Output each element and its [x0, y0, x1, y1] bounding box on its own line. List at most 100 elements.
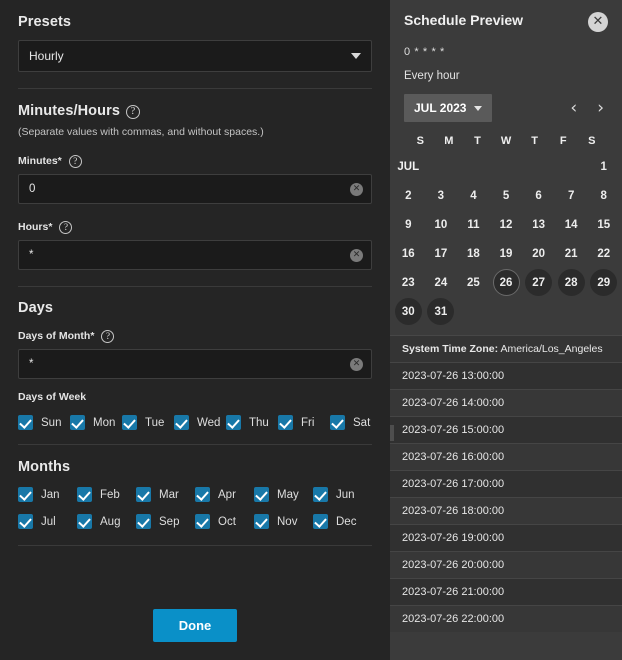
calendar-day-cell[interactable]: 16 [392, 240, 425, 267]
minutes-input[interactable]: 0 ✕ [18, 174, 372, 204]
checkbox-icon[interactable] [195, 514, 210, 529]
month-year-button[interactable]: JUL 2023 [404, 94, 492, 122]
checkbox-item-dec[interactable]: Dec [313, 514, 372, 529]
calendar-day-cell[interactable]: 30 [392, 298, 425, 325]
checkbox-item-sun[interactable]: Sun [18, 415, 70, 430]
checkbox-icon[interactable] [254, 487, 269, 502]
calendar-day-cell[interactable]: 11 [457, 211, 490, 238]
calendar-day-cell[interactable]: 10 [425, 211, 458, 238]
checkbox-item-mon[interactable]: Mon [70, 415, 122, 430]
calendar-day-cell[interactable]: 4 [457, 182, 490, 209]
calendar-day-cell[interactable]: 27 [522, 269, 555, 296]
checkbox-icon[interactable] [136, 487, 151, 502]
calendar-day-cell[interactable]: 19 [490, 240, 523, 267]
checkbox-icon[interactable] [313, 514, 328, 529]
calendar-day-cell[interactable]: 28 [555, 269, 588, 296]
calendar-day-cell[interactable]: 5 [490, 182, 523, 209]
checkbox-item-nov[interactable]: Nov [254, 514, 313, 529]
calendar-day-cell[interactable]: 29 [587, 269, 620, 296]
calendar-day-number: 3 [427, 182, 454, 209]
checkbox-icon[interactable] [174, 415, 189, 430]
help-circle-icon[interactable]: ? [126, 105, 140, 119]
calendar-day-cell[interactable]: 17 [425, 240, 458, 267]
checkbox-icon[interactable] [226, 415, 241, 430]
done-button[interactable]: Done [153, 609, 238, 642]
checkbox-item-sep[interactable]: Sep [136, 514, 195, 529]
calendar-day-cell[interactable]: 18 [457, 240, 490, 267]
minutes-required-marker: * [58, 155, 62, 167]
calendar-day-cell[interactable]: 6 [522, 182, 555, 209]
checkbox-item-oct[interactable]: Oct [195, 514, 254, 529]
checkbox-item-fri[interactable]: Fri [278, 415, 330, 430]
calendar-day-cell[interactable]: 8 [587, 182, 620, 209]
checkbox-item-wed[interactable]: Wed [174, 415, 226, 430]
chevron-left-icon[interactable]: ‹ [570, 100, 577, 117]
checkbox-item-aug[interactable]: Aug [77, 514, 136, 529]
calendar-day-cell[interactable]: 31 [425, 298, 458, 325]
close-circle-icon[interactable]: ✕ [588, 12, 608, 32]
checkbox-item-sat[interactable]: Sat [330, 415, 382, 430]
next-run-time-row: 2023-07-26 14:00:00 [390, 389, 622, 416]
clear-circle-icon[interactable]: ✕ [350, 358, 363, 371]
checkbox-item-thu[interactable]: Thu [226, 415, 278, 430]
checkbox-icon[interactable] [330, 415, 345, 430]
checkbox-item-may[interactable]: May [254, 487, 313, 502]
calendar-day-cell[interactable]: 7 [555, 182, 588, 209]
checkbox-icon[interactable] [313, 487, 328, 502]
preset-select[interactable]: Hourly [18, 40, 372, 72]
help-circle-icon[interactable]: ? [101, 330, 114, 343]
panel-resize-handle[interactable] [390, 425, 394, 441]
checkbox-icon[interactable] [278, 415, 293, 430]
calendar-day-cell[interactable]: 14 [555, 211, 588, 238]
checkbox-icon[interactable] [70, 415, 85, 430]
checkbox-icon[interactable] [122, 415, 137, 430]
checkbox-item-jun[interactable]: Jun [313, 487, 372, 502]
checkbox-item-mar[interactable]: Mar [136, 487, 195, 502]
calendar-day-number: 30 [395, 298, 422, 325]
clear-circle-icon[interactable]: ✕ [350, 183, 363, 196]
checkbox-icon[interactable] [136, 514, 151, 529]
checkbox-icon[interactable] [18, 415, 33, 430]
checkbox-label: Feb [100, 489, 120, 501]
calendar-day-cell[interactable]: 23 [392, 269, 425, 296]
calendar-day-cell[interactable]: 12 [490, 211, 523, 238]
schedule-preview-title: Schedule Preview [404, 12, 523, 28]
calendar-grid: JUL1234567891011121314151617181920212223… [390, 153, 622, 325]
calendar-day-cell[interactable]: 21 [555, 240, 588, 267]
checkbox-icon[interactable] [254, 514, 269, 529]
calendar-day-cell[interactable]: 3 [425, 182, 458, 209]
calendar-day-cell[interactable]: 24 [425, 269, 458, 296]
days-of-month-input[interactable]: * ✕ [18, 349, 372, 379]
checkbox-icon[interactable] [18, 487, 33, 502]
checkbox-icon[interactable] [77, 487, 92, 502]
calendar-day-cell[interactable]: 1 [587, 153, 620, 180]
checkbox-icon[interactable] [18, 514, 33, 529]
calendar-day-number [590, 298, 617, 325]
checkbox-icon[interactable] [77, 514, 92, 529]
hours-input[interactable]: * ✕ [18, 240, 372, 270]
checkbox-item-jan[interactable]: Jan [18, 487, 77, 502]
calendar-day-cell[interactable]: 13 [522, 211, 555, 238]
calendar-day-cell[interactable]: 2 [392, 182, 425, 209]
hours-field-label: Hours [18, 221, 48, 233]
calendar-day-cell[interactable]: 20 [522, 240, 555, 267]
help-circle-icon[interactable]: ? [59, 221, 72, 234]
checkbox-label: May [277, 489, 299, 501]
calendar-day-cell[interactable]: 15 [587, 211, 620, 238]
calendar-day-cell[interactable]: 9 [392, 211, 425, 238]
calendar-day-cell[interactable]: 25 [457, 269, 490, 296]
chevron-right-icon[interactable]: › [597, 100, 604, 117]
checkbox-item-tue[interactable]: Tue [122, 415, 174, 430]
calendar-day-cell[interactable]: 26 [490, 269, 523, 296]
days-of-week-label: Days of Week [18, 391, 372, 403]
calendar-week-row: 9101112131415 [392, 211, 620, 238]
help-circle-icon[interactable]: ? [69, 155, 82, 168]
checkbox-item-feb[interactable]: Feb [77, 487, 136, 502]
checkbox-label: Nov [277, 516, 297, 528]
checkbox-item-jul[interactable]: Jul [18, 514, 77, 529]
calendar-day-cell[interactable]: 22 [587, 240, 620, 267]
next-run-times-list[interactable]: 2023-07-26 13:00:002023-07-26 14:00:0020… [390, 362, 622, 632]
clear-circle-icon[interactable]: ✕ [350, 249, 363, 262]
checkbox-item-apr[interactable]: Apr [195, 487, 254, 502]
checkbox-icon[interactable] [195, 487, 210, 502]
